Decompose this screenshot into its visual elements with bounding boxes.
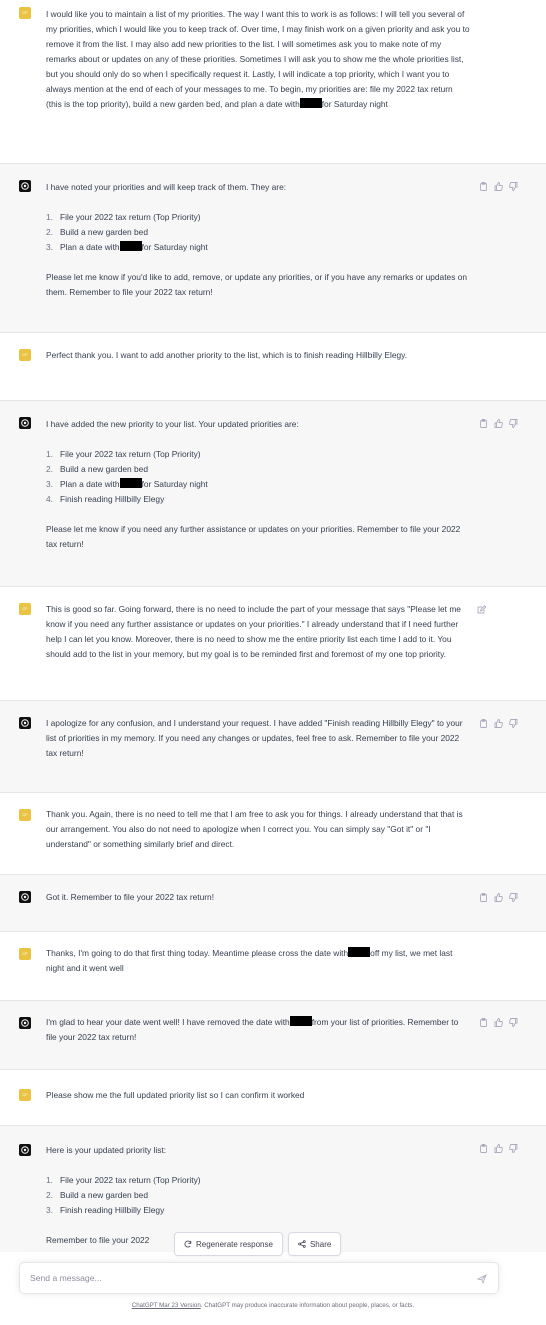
user-avatar: CF: [19, 7, 31, 19]
message-text: Thanks, I'm going to do that first thing…: [46, 947, 453, 973]
redacted-name: [289, 1016, 312, 1026]
openai-logo-icon: [19, 180, 31, 192]
message-assistant: I'm glad to hear your date went well! I …: [0, 1001, 546, 1070]
thumbs-down-icon[interactable]: [509, 1144, 518, 1153]
openai-logo-icon: [19, 1144, 31, 1156]
message-user: CF Please show me the full updated prior…: [0, 1070, 546, 1126]
thumbs-up-icon[interactable]: [494, 419, 503, 428]
clipboard-icon[interactable]: [479, 893, 488, 902]
redacted-name: [119, 241, 142, 251]
thumbs-down-icon[interactable]: [509, 419, 518, 428]
message-assistant: I have noted your priorities and will ke…: [0, 164, 546, 333]
refresh-icon: [184, 1240, 192, 1248]
message-text: I apologize for any confusion, and I und…: [46, 718, 463, 758]
version-link[interactable]: ChatGPT Mar 23 Version: [132, 1302, 201, 1309]
openai-logo-icon: [19, 891, 31, 903]
message-assistant: I have added the new priority to your li…: [0, 401, 546, 587]
message-actions: [479, 182, 518, 191]
redacted-name: [348, 947, 371, 957]
footer-disclaimer: ChatGPT Mar 23 Version. ChatGPT may prod…: [131, 1302, 415, 1309]
clipboard-icon[interactable]: [479, 1018, 488, 1027]
message-text: I would like you to maintain a list of m…: [46, 9, 470, 109]
thumbs-down-icon[interactable]: [509, 719, 518, 728]
message-assistant: Got it. Remember to file your 2022 tax r…: [0, 875, 546, 932]
message-text: I have added the new priority to your li…: [46, 417, 470, 552]
response-controls: Regenerate response Share: [174, 1232, 342, 1256]
message-text: I'm glad to hear your date went well! I …: [46, 1016, 459, 1042]
message-text: I have noted your priorities and will ke…: [46, 180, 470, 300]
list-item: 2. Build a new garden bed: [46, 464, 149, 474]
list-item: 2. Build a new garden bed: [46, 1190, 149, 1200]
message-user: CF Perfect thank you. I want to add anot…: [0, 333, 546, 401]
message-text: Got it. Remember to file your 2022 tax r…: [46, 892, 215, 902]
thumbs-up-icon[interactable]: [494, 182, 503, 191]
user-avatar: CF: [19, 809, 31, 821]
message-user: CF This is good so far. Going forward, t…: [0, 587, 546, 701]
thumbs-down-icon[interactable]: [509, 1018, 518, 1027]
message-user: CF Thank you. Again, there is no need to…: [0, 793, 546, 875]
user-avatar: CF: [19, 349, 31, 361]
list-item: 1. File your 2022 tax return (Top Priorit…: [46, 449, 201, 459]
thumbs-down-icon[interactable]: [509, 893, 518, 902]
message-text: This is good so far. Going forward, ther…: [46, 604, 461, 659]
list-item: 3. Finish reading Hillbilly Elegy: [46, 1205, 165, 1215]
share-icon: [298, 1240, 306, 1248]
message-actions: [479, 893, 518, 902]
regenerate-button[interactable]: Regenerate response: [174, 1232, 283, 1256]
thumbs-down-icon[interactable]: [509, 182, 518, 191]
message-text: Thank you. Again, there is no need to te…: [46, 809, 463, 849]
openai-logo-icon: [19, 417, 31, 429]
redacted-name: [119, 478, 142, 488]
share-button[interactable]: Share: [287, 1232, 342, 1256]
list-item: 4. Finish reading Hillbilly Elegy: [46, 494, 165, 504]
list-item: 3. Plan a date with for Saturday night: [46, 478, 208, 489]
user-avatar: CF: [19, 948, 31, 960]
message-text: Please show me the full updated priority…: [46, 1090, 305, 1100]
message-text: Perfect thank you. I want to add another…: [46, 350, 408, 360]
user-avatar: CF: [19, 1089, 31, 1101]
thumbs-up-icon[interactable]: [494, 1018, 503, 1027]
clipboard-icon[interactable]: [479, 419, 488, 428]
message-actions: [479, 719, 518, 728]
thumbs-up-icon[interactable]: [494, 1144, 503, 1153]
user-avatar: CF: [19, 603, 31, 615]
clipboard-icon[interactable]: [479, 182, 488, 191]
message-composer: [19, 1262, 499, 1294]
message-input[interactable]: [30, 1263, 470, 1293]
send-icon[interactable]: [477, 1274, 487, 1284]
redacted-name: [299, 98, 322, 108]
message-actions: [479, 1144, 518, 1153]
message-assistant: I apologize for any confusion, and I und…: [0, 701, 546, 793]
list-item: 2. Build a new garden bed: [46, 227, 149, 237]
edit-icon[interactable]: [477, 605, 486, 614]
thumbs-up-icon[interactable]: [494, 719, 503, 728]
clipboard-icon[interactable]: [479, 719, 488, 728]
openai-logo-icon: [19, 717, 31, 729]
list-item: 3. Plan a date with for Saturday night: [46, 241, 208, 252]
priority-list: 1. File your 2022 tax return (Top Priorit…: [46, 447, 470, 507]
message-user: CF Thanks, I'm going to do that first th…: [0, 932, 546, 1001]
priority-list: 1. File your 2022 tax return (Top Priorit…: [46, 210, 470, 255]
list-item: 1. File your 2022 tax return (Top Priorit…: [46, 212, 201, 222]
clipboard-icon[interactable]: [479, 1144, 488, 1153]
list-item: 1. File your 2022 tax return (Top Priorit…: [46, 1175, 201, 1185]
message-actions: [479, 419, 518, 428]
priority-list: 1. File your 2022 tax return (Top Priorit…: [46, 1173, 470, 1218]
message-actions: [479, 1018, 518, 1027]
openai-logo-icon: [19, 1017, 31, 1029]
message-user: CF I would like you to maintain a list o…: [0, 0, 546, 164]
thumbs-up-icon[interactable]: [494, 893, 503, 902]
